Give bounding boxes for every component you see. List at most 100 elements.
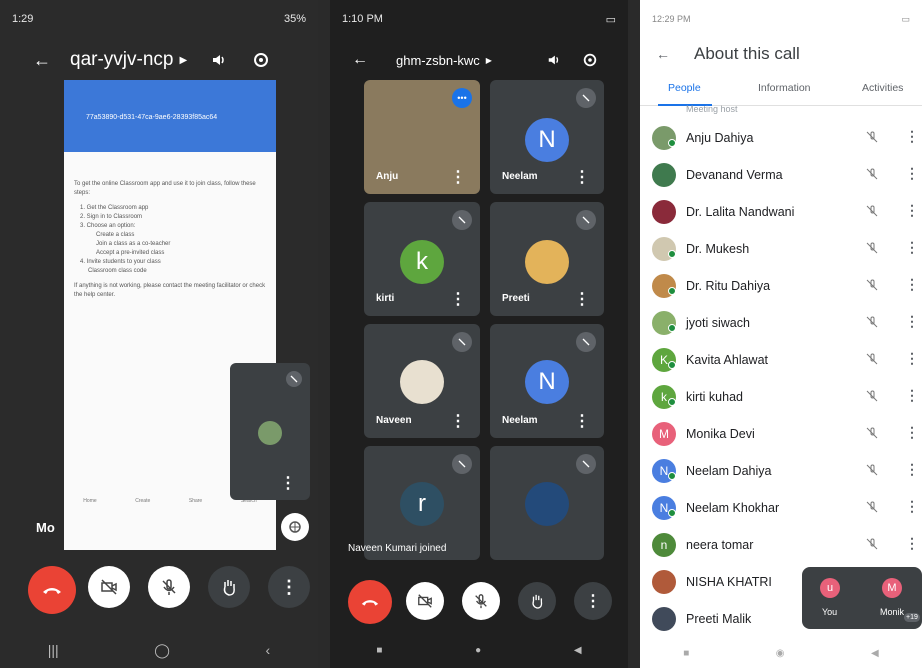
doc-tab[interactable]: Create: [135, 498, 150, 504]
participant-name: Anju: [376, 171, 399, 182]
participant-row[interactable]: M Monika Devi ⋮: [640, 415, 922, 452]
back-arrow-icon[interactable]: ←: [28, 46, 56, 74]
system-nav-bar: ||| ◯ ‹: [0, 632, 318, 668]
participant-row[interactable]: N Neelam Khokhar ⋮: [640, 489, 922, 526]
more-vert-icon[interactable]: ⋮: [905, 276, 919, 293]
battery-icon: ▭: [605, 13, 616, 26]
participant-row[interactable]: N Neelam Dahiya ⋮: [640, 452, 922, 489]
online-indicator: [668, 250, 676, 258]
camera-off-button[interactable]: [88, 566, 130, 608]
end-call-button[interactable]: [28, 566, 76, 614]
more-vert-icon[interactable]: ⋮: [574, 170, 590, 186]
participant-row[interactable]: k kirti kuhad ⋮: [640, 378, 922, 415]
doc-tab[interactable]: Home: [83, 498, 96, 504]
participant-name: Devanand Verma: [686, 167, 783, 182]
recents-icon[interactable]: |||: [48, 642, 59, 658]
more-vert-icon[interactable]: ⋮: [905, 498, 919, 515]
more-vert-icon[interactable]: ⋮: [905, 202, 919, 219]
participant-tile[interactable]: Naveen ⋮: [364, 324, 480, 438]
effects-icon[interactable]: [281, 513, 309, 541]
mic-off-icon: [866, 167, 878, 185]
more-vert-icon[interactable]: ⋮: [905, 313, 919, 330]
participant-tile[interactable]: k kirti ⋮: [364, 202, 480, 316]
participant-row[interactable]: Devanand Verma ⋮: [640, 156, 922, 193]
camera-off-button[interactable]: [406, 582, 444, 620]
participant-name: Dr. Lalita Nandwani: [686, 204, 795, 219]
participant-row[interactable]: Dr. Mukesh ⋮: [640, 230, 922, 267]
participant-row[interactable]: n neera tomar ⋮: [640, 526, 922, 563]
participant-row[interactable]: Dr. Lalita Nandwani ⋮: [640, 193, 922, 230]
switch-camera-icon[interactable]: [576, 46, 604, 74]
more-vert-icon[interactable]: ⋮: [450, 414, 466, 430]
doc-tab[interactable]: Share: [189, 498, 202, 504]
document-step: 3. Choose an option:: [80, 223, 136, 229]
more-vert-icon[interactable]: ⋮: [905, 350, 919, 367]
participant-row[interactable]: Anju Dahiya ⋮: [640, 119, 922, 156]
participant-tile[interactable]: [490, 446, 604, 560]
status-bar: 1:10 PM ▭: [330, 0, 628, 38]
raise-hand-button[interactable]: [208, 566, 250, 608]
switch-camera-icon[interactable]: [247, 46, 275, 74]
mic-off-button[interactable]: [148, 566, 190, 608]
pip-moni-label: Monik: [880, 607, 905, 617]
online-indicator: [668, 139, 676, 147]
back-arrow-icon[interactable]: ←: [656, 46, 670, 62]
more-vert-icon[interactable]: ⋮: [280, 476, 296, 492]
more-vert-icon[interactable]: ⋮: [574, 414, 590, 430]
self-view-tile[interactable]: ⋮: [230, 363, 310, 500]
raise-hand-button[interactable]: [518, 582, 556, 620]
participant-row[interactable]: jyoti siwach ⋮: [640, 304, 922, 341]
participant-tile[interactable]: N Neelam ⋮: [490, 80, 604, 194]
mic-off-icon: [866, 389, 878, 407]
avatar: [652, 199, 676, 224]
home-icon[interactable]: ◉: [776, 648, 785, 659]
more-vert-icon[interactable]: ⋮: [905, 424, 919, 441]
tab-people[interactable]: People: [668, 82, 701, 94]
meeting-code[interactable]: ghm-zsbn-kwc: [396, 53, 480, 68]
meeting-code[interactable]: qar-yvjv-ncp: [70, 49, 173, 71]
mic-off-icon: [866, 241, 878, 259]
participant-row[interactable]: Dr. Ritu Dahiya ⋮: [640, 267, 922, 304]
avatar: [652, 606, 676, 631]
more-vert-icon[interactable]: ⋮: [905, 165, 919, 182]
more-vert-icon[interactable]: ⋮: [450, 170, 466, 186]
mic-off-icon: [866, 463, 878, 481]
more-vert-icon[interactable]: ⋮: [905, 239, 919, 256]
back-arrow-icon[interactable]: ←: [346, 46, 374, 74]
back-icon[interactable]: ‹: [266, 642, 271, 658]
more-vert-icon[interactable]: ⋮: [905, 128, 919, 145]
more-options-button[interactable]: ⋮: [268, 566, 310, 608]
more-vert-icon[interactable]: ⋮: [574, 292, 590, 308]
more-vert-icon[interactable]: ⋮: [905, 461, 919, 478]
participant-tile[interactable]: ••• Anju ⋮: [364, 80, 480, 194]
participant-tile[interactable]: Preeti ⋮: [490, 202, 604, 316]
more-vert-icon[interactable]: ⋮: [450, 292, 466, 308]
participant-tile[interactable]: N Neelam ⋮: [490, 324, 604, 438]
end-call-button[interactable]: [348, 580, 392, 624]
meet-screen-presenting: 1:29 35% ← qar-yvjv-ncp ▶ 77a53890-d531-…: [0, 0, 318, 668]
home-icon[interactable]: ◯: [154, 642, 170, 659]
tab-activities[interactable]: Activities: [862, 82, 903, 94]
participant-row[interactable]: K Kavita Ahlawat ⋮: [640, 341, 922, 378]
online-indicator: [668, 324, 676, 332]
pip-overlay[interactable]: u You M Monik +19: [802, 567, 922, 629]
tab-information[interactable]: Information: [758, 82, 811, 94]
more-vert-icon[interactable]: ⋮: [905, 535, 919, 552]
mic-off-button[interactable]: [462, 582, 500, 620]
home-icon[interactable]: ●: [475, 645, 481, 656]
caret-right-icon[interactable]: ▶: [179, 55, 187, 66]
caret-right-icon[interactable]: ▶: [486, 56, 492, 65]
back-icon[interactable]: ◀: [574, 645, 582, 656]
speaker-icon[interactable]: [205, 46, 233, 74]
avatar-you: u: [820, 578, 840, 598]
recents-icon[interactable]: ■: [683, 648, 689, 659]
more-options-button[interactable]: ⋮: [574, 582, 612, 620]
participant-name: Neelam Dahiya: [686, 463, 772, 478]
audio-level-icon: •••: [452, 88, 472, 108]
participant-name: neera tomar: [686, 537, 754, 552]
recents-icon[interactable]: ■: [376, 645, 382, 656]
more-vert-icon[interactable]: ⋮: [905, 387, 919, 404]
participant-name: Anju Dahiya: [686, 130, 754, 145]
speaker-icon[interactable]: [540, 46, 568, 74]
back-icon[interactable]: ◀: [871, 648, 879, 659]
